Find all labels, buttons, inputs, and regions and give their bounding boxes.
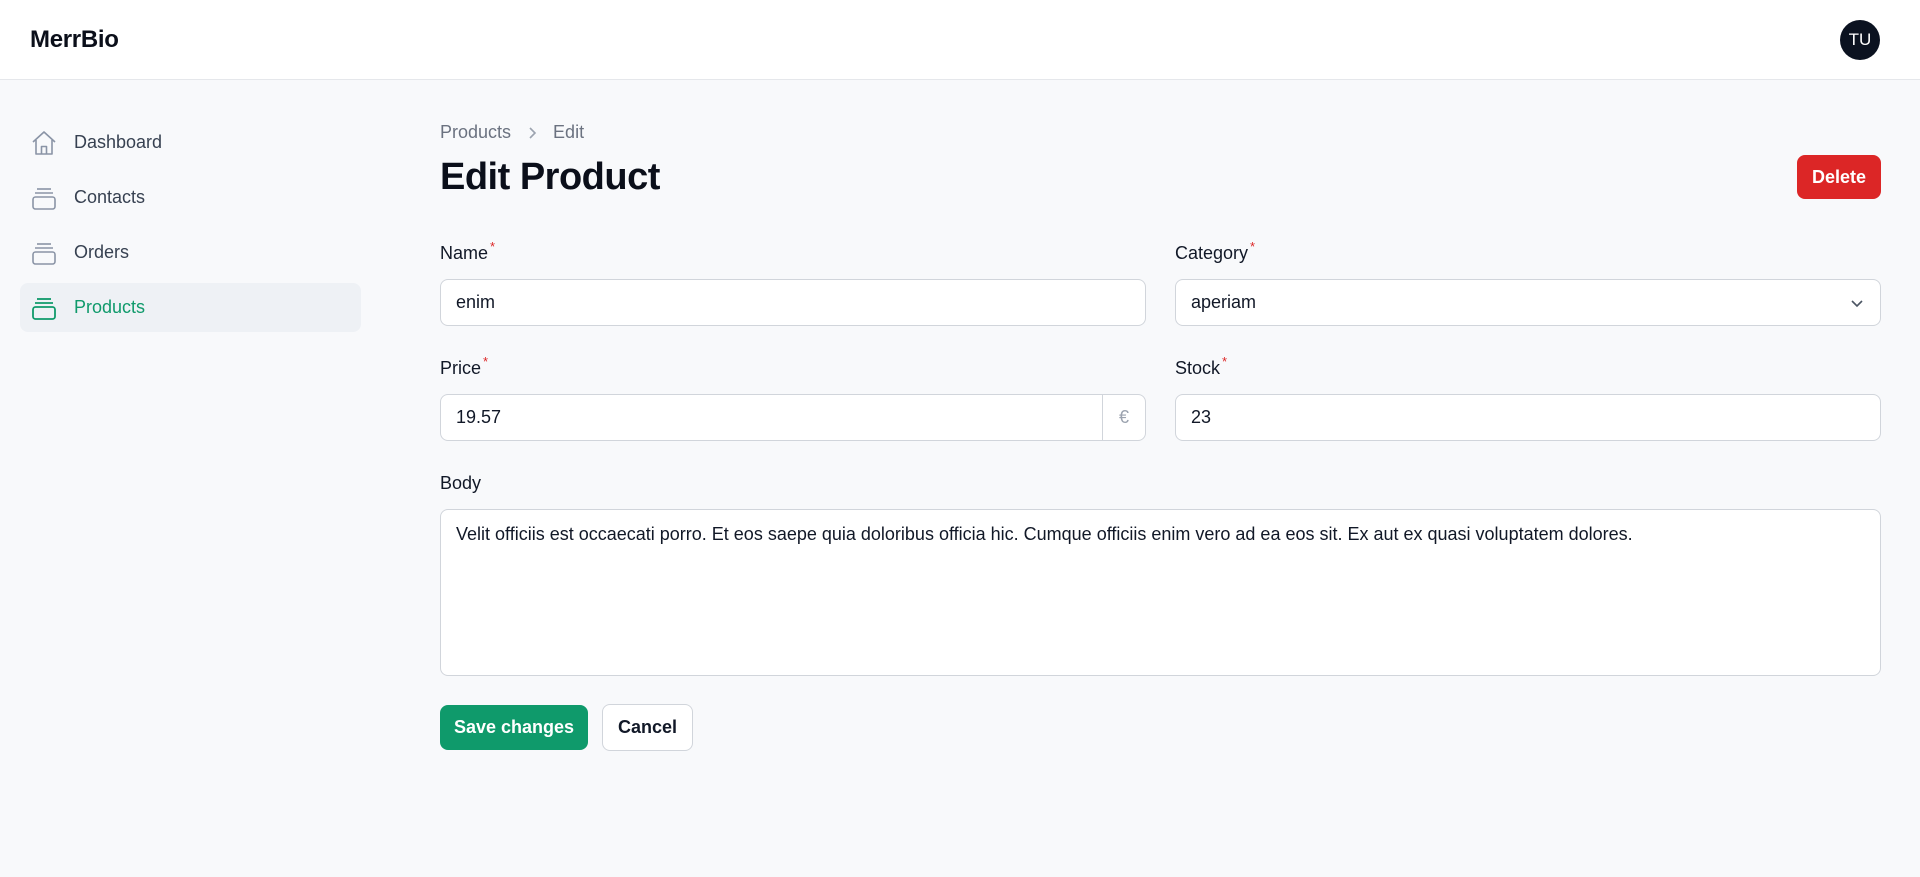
- brand-logo[interactable]: MerrBio: [30, 26, 119, 54]
- save-button[interactable]: Save changes: [440, 705, 588, 750]
- price-field[interactable]: €: [440, 394, 1146, 441]
- sidebar-item-orders[interactable]: Orders: [20, 228, 361, 277]
- required-marker: *: [1222, 354, 1228, 369]
- currency-suffix: €: [1102, 395, 1145, 440]
- breadcrumb-link-products[interactable]: Products: [440, 122, 511, 143]
- stock-label: Stock *: [1175, 354, 1228, 378]
- sidebar-item-label: Dashboard: [74, 132, 163, 152]
- user-avatar[interactable]: TU: [1840, 20, 1880, 60]
- body-textarea[interactable]: Velit officiis est occaecati porro. Et e…: [456, 522, 1865, 663]
- chevron-right-icon: [525, 126, 539, 140]
- sidebar-item-label: Contacts: [74, 187, 146, 207]
- required-marker: *: [1250, 239, 1256, 254]
- required-marker: *: [490, 239, 496, 254]
- category-value: aperiam: [1191, 292, 1257, 312]
- breadcrumb-current: Edit: [553, 122, 585, 142]
- name-input[interactable]: [456, 292, 1145, 313]
- box-icon: [30, 294, 58, 322]
- chevron-down-icon: [1848, 294, 1866, 312]
- sidebar-item-dashboard[interactable]: Dashboard: [20, 118, 361, 167]
- cancel-button[interactable]: Cancel: [602, 704, 693, 751]
- sidebar-item-products[interactable]: Products: [20, 283, 361, 332]
- top-bar: MerrBio TU: [0, 0, 1920, 80]
- sidebar-item-label: Products: [74, 297, 146, 317]
- body-label: Body: [440, 473, 482, 493]
- category-label: Category *: [1175, 239, 1256, 263]
- required-marker: *: [483, 354, 489, 369]
- price-input[interactable]: [456, 407, 1145, 428]
- delete-button[interactable]: Delete: [1797, 155, 1881, 199]
- body-field[interactable]: Velit officiis est occaecati porro. Et e…: [440, 509, 1881, 676]
- sidebar-item-label: Orders: [74, 242, 130, 262]
- box-icon: [30, 184, 58, 212]
- sidebar-item-contacts[interactable]: Contacts: [20, 173, 361, 222]
- stock-field[interactable]: [1175, 394, 1881, 441]
- price-label: Price *: [440, 354, 489, 378]
- breadcrumb: Products Edit: [440, 122, 584, 143]
- box-icon: [30, 239, 58, 267]
- sidebar: Dashboard Contacts Orders Products: [20, 118, 361, 338]
- name-label: Name *: [440, 239, 496, 263]
- stock-input[interactable]: [1191, 407, 1880, 428]
- category-select[interactable]: aperiam: [1175, 279, 1881, 326]
- home-icon: [30, 129, 58, 157]
- name-field[interactable]: [440, 279, 1146, 326]
- page-title: Edit Product: [440, 156, 660, 198]
